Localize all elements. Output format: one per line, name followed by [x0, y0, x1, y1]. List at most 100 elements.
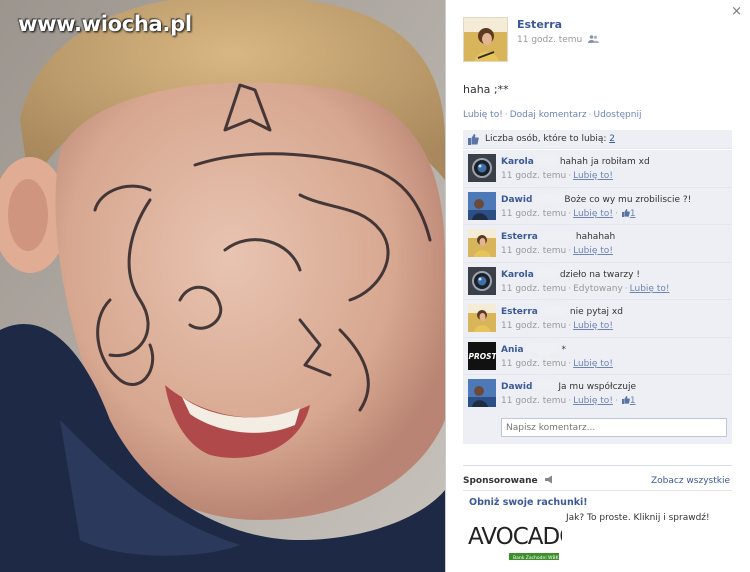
ad-logo-tagline: Bank Zachodni WBK — [513, 555, 560, 561]
redaction-blur — [525, 342, 560, 353]
commenter-avatar[interactable] — [468, 229, 496, 257]
comment-row: Dawid Boże co wy mu zrobiliscie ?! 11 godz… — [463, 187, 732, 225]
comment-body: Karola dzieło na twarzy ! — [501, 267, 640, 280]
close-icon[interactable]: × — [731, 4, 742, 19]
author-avatar[interactable] — [463, 17, 508, 62]
comment-time[interactable]: 11 godz. temu — [501, 284, 566, 294]
likes-count-link[interactable]: 2 — [609, 134, 615, 144]
comment-text: nie pytaj xd — [569, 307, 623, 317]
separator: · — [568, 208, 572, 219]
like-link[interactable]: Lubię to! — [463, 110, 503, 120]
sponsored-heading: Sponsorowane — [463, 475, 554, 486]
commenter-name[interactable]: Dawid — [501, 195, 532, 205]
comment-input[interactable] — [501, 418, 727, 437]
divider — [463, 465, 732, 466]
comment-text: Ja mu współczuje — [558, 382, 636, 392]
comment-row: Karola hahah ja robiłam xd 11 godz. temu · L… — [463, 150, 732, 188]
comment-row: Karola dzieło na twarzy ! 11 godz. temu · Ed… — [463, 262, 732, 300]
comment-time[interactable]: 11 godz. temu — [501, 171, 566, 181]
comment-meta: 11 godz. temu · Edytowany · Lubię to! — [501, 284, 669, 294]
comment-row: Esterra hahahah 11 godz. temu · Lubię to! — [463, 225, 732, 263]
commenter-avatar[interactable] — [468, 304, 496, 332]
comment-meta: 11 godz. temu · Lubię to! — [501, 246, 613, 256]
redaction-blur — [534, 380, 557, 390]
comment-time[interactable]: 11 godz. temu — [501, 209, 566, 219]
separator: · — [568, 358, 572, 369]
comment-edited[interactable]: Edytowany — [573, 284, 623, 294]
likes-summary: Liczba osób, które to lubią: 2 — [463, 130, 732, 149]
comment-body: Dawid Boże co wy mu zrobiliscie ?! — [501, 192, 692, 205]
ad-title[interactable]: Obniż swoje rachunki! — [469, 497, 588, 508]
commenter-avatar[interactable] — [468, 154, 496, 182]
megaphone-icon — [544, 475, 552, 484]
redaction-blur — [535, 155, 558, 165]
comment-text: dzieło na twarzy ! — [559, 269, 640, 280]
commenter-avatar[interactable]: PROSTO — [468, 341, 496, 370]
commenter-name[interactable]: Karola — [501, 270, 534, 280]
separator: · — [504, 110, 508, 120]
comment-like-link[interactable]: Lubię to! — [573, 209, 613, 219]
divider — [463, 490, 732, 491]
comment-like-link[interactable]: Lubię to! — [573, 246, 613, 256]
see-all-link[interactable]: Zobacz wszystkie — [651, 476, 730, 486]
commenter-name[interactable]: Dawid — [501, 382, 532, 392]
comment-time[interactable]: 11 godz. temu — [501, 359, 566, 369]
photo[interactable]: www.wiocha.pl — [0, 0, 445, 572]
comment-time[interactable]: 11 godz. temu — [501, 396, 566, 406]
comment-like-count[interactable]: 1 — [630, 396, 636, 406]
comment-text: * — [561, 344, 567, 355]
separator: · — [624, 283, 628, 294]
comment-time[interactable]: 11 godz. temu — [501, 321, 566, 331]
comment-like-link[interactable]: Lubię to! — [630, 284, 670, 294]
comment-like-link[interactable]: Lubię to! — [573, 171, 613, 181]
author-name[interactable]: Esterra — [517, 18, 562, 31]
comment-text: hahahah — [575, 232, 616, 242]
separator: · — [614, 208, 618, 219]
comment-time[interactable]: 11 godz. temu — [501, 246, 566, 256]
comment-row: Dawid Ja mu współczuje 11 godz. temu · Lubię… — [463, 375, 732, 413]
commenter-name[interactable]: Esterra — [501, 307, 538, 317]
separator: · — [568, 396, 572, 406]
likes-label: Liczba osób, które to lubią: — [485, 134, 607, 144]
ad-text: Jak? To proste. Kliknij i sprawdź! — [566, 513, 710, 523]
commenter-name[interactable]: Ania — [501, 345, 524, 355]
post-actions: Lubię to! · Dodaj komentarz · Udostępnij — [463, 110, 641, 120]
comments-list: Karola hahah ja robiłam xd 11 godz. temu · L… — [463, 150, 732, 413]
separator: · — [588, 110, 592, 120]
commenter-avatar[interactable] — [468, 266, 496, 295]
sponsored-title: Sponsorowane — [463, 476, 538, 486]
comment-row: Esterra nie pytaj xd 11 godz. temu · Lubię t… — [463, 300, 732, 338]
redaction-blur — [535, 267, 558, 278]
comment-meta: 11 godz. temu · Lubię to! — [501, 359, 613, 369]
comment-meta: 11 godz. temu · Lubię to! · 1 — [501, 396, 636, 406]
comment-body: Esterra nie pytaj xd — [501, 305, 623, 317]
separator: · — [614, 396, 618, 406]
comment-text: Boże co wy mu zrobiliscie ?! — [564, 194, 692, 205]
separator: · — [568, 321, 572, 331]
comment-like-link[interactable]: Lubię to! — [573, 396, 613, 406]
separator: · — [568, 171, 572, 181]
ad-logo[interactable]: AVOCADO Bank Zachodni WBK — [467, 512, 562, 564]
separator: · — [568, 283, 572, 294]
comment-like-count[interactable]: 1 — [630, 209, 636, 219]
add-comment-link[interactable]: Dodaj komentarz — [510, 110, 587, 120]
likes-text: Liczba osób, które to lubią: 2 — [485, 134, 615, 144]
comment-row: PROSTO Ania * 11 godz. temu·Lubię to! — [463, 337, 732, 375]
comment-body: Karola hahah ja robiłam xd — [501, 155, 650, 167]
comment-like-link[interactable]: Lubię to! — [573, 359, 613, 369]
commenter-name[interactable]: Karola — [501, 157, 534, 167]
post-panel: × Esterra 11 godz. temu haha ;** Lubię t… — [445, 0, 750, 572]
write-comment-row — [463, 411, 732, 444]
ad-logo-text: AVOCADO — [468, 524, 562, 550]
share-link[interactable]: Udostępnij — [593, 110, 641, 120]
watermark: www.wiocha.pl — [18, 12, 192, 36]
commenter-avatar[interactable] — [468, 379, 496, 407]
post-time-text[interactable]: 11 godz. temu — [517, 35, 582, 45]
people-icon — [588, 35, 600, 43]
comment-body: Ania * — [501, 342, 567, 355]
comment-like-link[interactable]: Lubię to! — [573, 321, 613, 331]
commenter-name[interactable]: Esterra — [501, 232, 538, 242]
thumbs-up-icon — [621, 208, 630, 217]
commenter-avatar[interactable] — [468, 191, 496, 220]
ad-footer-cut — [463, 566, 733, 572]
